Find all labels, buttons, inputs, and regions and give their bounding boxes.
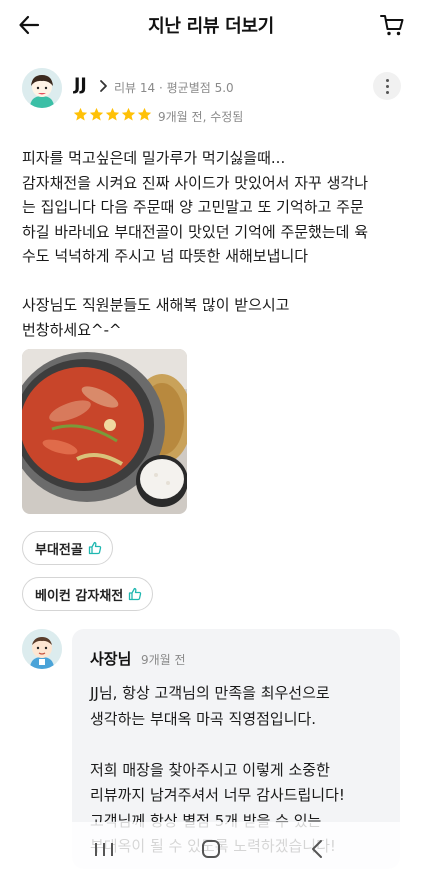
review-text-line: 수도 넉넉하게 주시고 넘 따뜻한 새해보냅니다: [22, 247, 309, 265]
owner-reply-line: 리뷰까지 남겨주셔서 너무 감사드립니다!: [90, 786, 345, 804]
back-chevron-icon: [312, 839, 323, 858]
star-icon: [105, 107, 120, 121]
thumbs-up-icon: [129, 587, 142, 601]
owner-reply-line: 생각하는 부대옥 마곡 직영점입니다.: [90, 709, 317, 728]
rating-stars: [73, 107, 152, 122]
review-text: 피자를 먹고싶은데 밀가루가 먹기싫을때... 감자채전을 시켜요 진짜 사이드가…: [22, 146, 406, 342]
thumbs-up-icon: [88, 541, 102, 555]
menu-chip[interactable]: 부대전골: [22, 531, 113, 565]
reviewer-avatar-illustration: [22, 68, 62, 108]
star-icon: [137, 107, 152, 121]
review-text-blank-line: [22, 269, 406, 294]
chevron-right-icon[interactable]: [97, 79, 109, 93]
star-icon: [73, 107, 88, 121]
review-text-line: 하길 바라네요 부대전골이 맛있던 기억에 주문했는데 육: [22, 222, 369, 241]
star-icon: [89, 107, 104, 121]
reviewer-stats: 리뷰 14 · 평균별점 5.0: [114, 81, 234, 95]
reviewer-avatar[interactable]: [22, 68, 62, 108]
menu-chip-label: 부대전골: [35, 542, 83, 558]
menu-chip[interactable]: 베이컨 감자채전: [22, 577, 154, 611]
review-text-line: 번창하세요^-^: [22, 320, 122, 339]
review-photo[interactable]: [22, 349, 187, 514]
review-text-line: 사장님도 직원분들도 새해복 많이 받으시고: [22, 296, 290, 314]
owner-avatar-illustration: [22, 629, 62, 669]
owner-reply-line: JJ님, 항상 고객님의 만족을 최우선으로: [90, 684, 330, 702]
food-photo-image: [22, 349, 187, 514]
star-icon: [121, 107, 136, 121]
owner-reply-line: 저희 매장을 찾아주시고 이렇게 소중한: [90, 760, 330, 779]
owner-name: 사장님: [90, 650, 132, 668]
reviewer-name[interactable]: JJ: [74, 75, 87, 95]
owner-reply-blank-line: [90, 732, 390, 758]
system-back-button[interactable]: [298, 829, 338, 869]
review-text-line: 피자를 먹고싶은데 밀가루가 먹기싫을때...: [22, 149, 286, 167]
menu-chip-label: 베이컨 감자채전: [35, 588, 124, 604]
recents-button[interactable]: [84, 829, 124, 869]
review-text-line: 는 집입니다 다음 주문때 양 고민말고 또 기억하고 주문: [22, 198, 364, 216]
home-icon: [201, 839, 220, 858]
page-title: 지난 리뷰 더보기: [148, 16, 274, 37]
review-date: 9개월 전, 수정됨: [158, 110, 244, 124]
cart-button[interactable]: [376, 9, 408, 41]
home-button[interactable]: [191, 829, 231, 869]
owner-reply-date: 9개월 전: [141, 653, 186, 667]
recents-icon: [94, 842, 113, 856]
review-text-line: 감자채전을 시켜요 진짜 사이드가 맛있어서 자꾸 생각나: [22, 173, 369, 192]
top-app-bar: 지난 리뷰 더보기: [0, 0, 422, 50]
owner-avatar: [22, 629, 62, 669]
cart-icon: [380, 15, 404, 36]
more-options-button[interactable]: [373, 72, 401, 100]
more-vertical-icon: [385, 78, 389, 82]
system-navigation-bar: [0, 822, 422, 875]
